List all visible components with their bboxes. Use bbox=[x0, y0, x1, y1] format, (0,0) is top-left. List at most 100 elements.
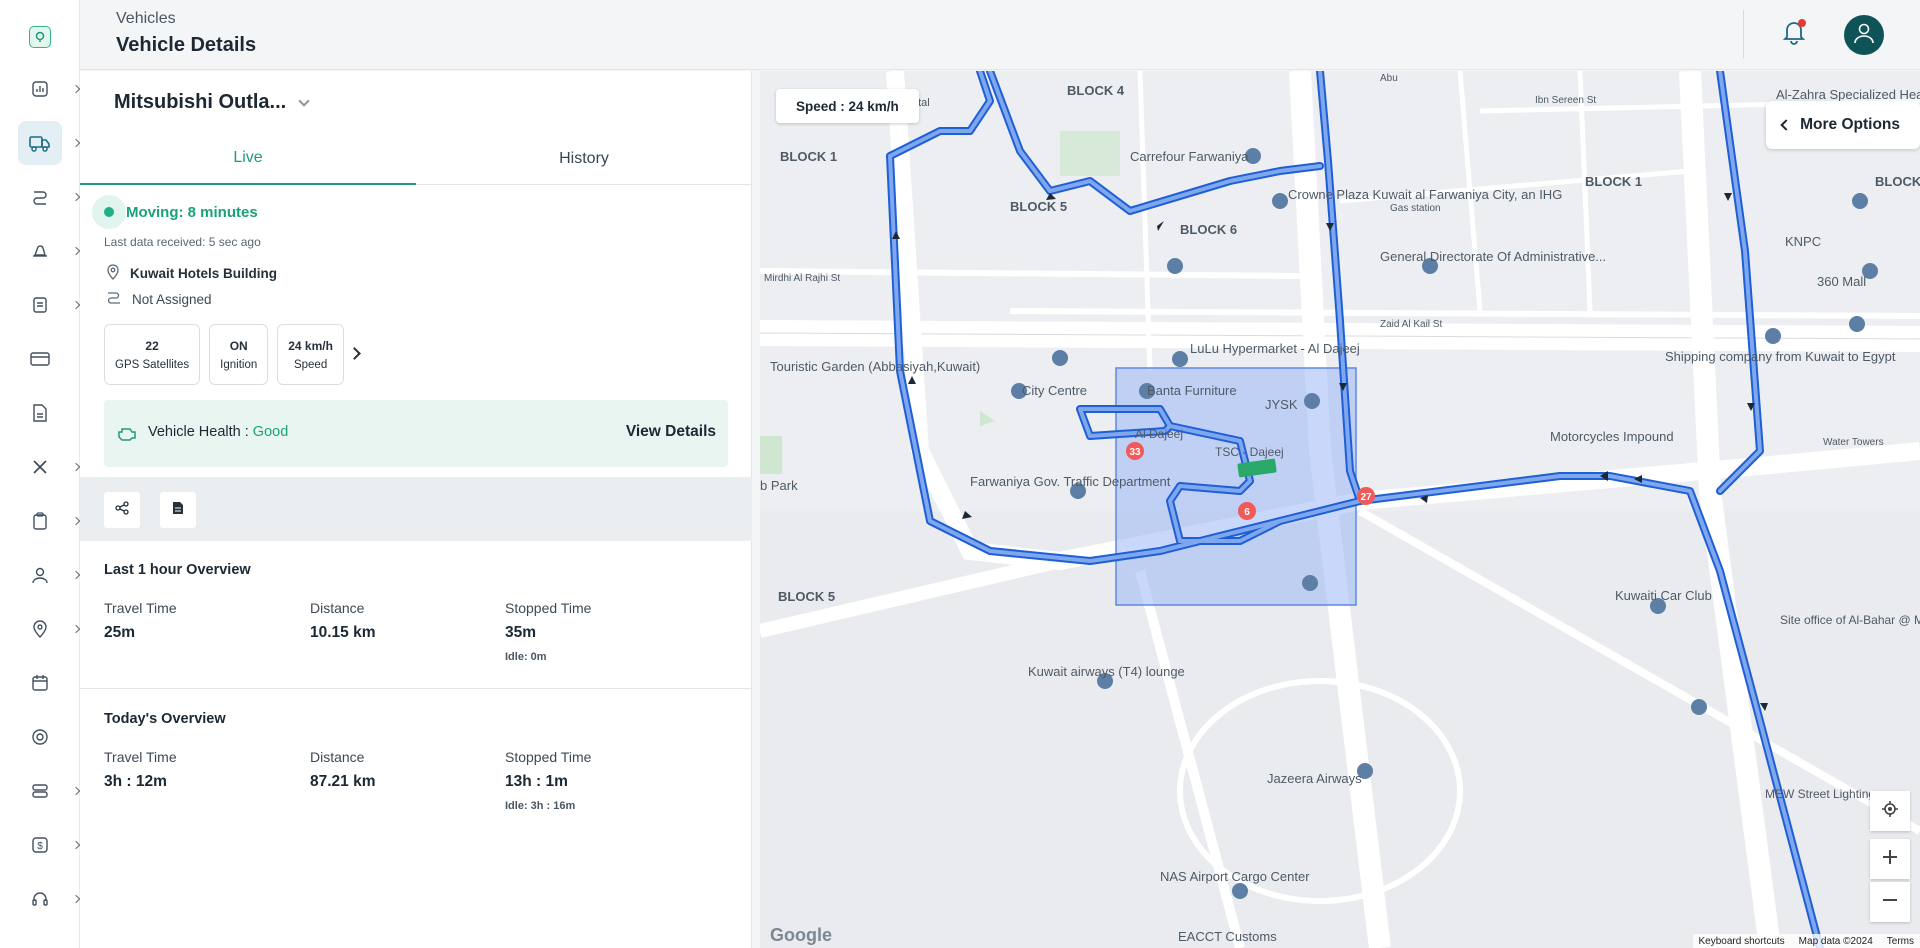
map-label-motorcycles: Motorcycles Impound bbox=[1550, 429, 1674, 444]
notifications-button[interactable] bbox=[1776, 16, 1812, 52]
sidebar-item-alarms[interactable] bbox=[0, 224, 81, 278]
current-location: Kuwait Hotels Building bbox=[130, 266, 277, 281]
map-footer: Keyboard shortcuts Map data ©2024 Terms bbox=[1692, 934, 1920, 948]
map-label-tsc: TSC - Dajeej bbox=[1215, 445, 1284, 459]
map-marker-33[interactable]: 33 bbox=[1129, 447, 1141, 458]
map-label-mew: MEW Street Lighting bbox=[1765, 787, 1875, 801]
chevron-right-icon bbox=[71, 894, 81, 904]
view-details-button[interactable]: View Details bbox=[626, 423, 716, 441]
terms-link[interactable]: Terms bbox=[1887, 936, 1914, 947]
svg-text:$: $ bbox=[37, 841, 43, 852]
map-label-site-office: Site office of Al-Bahar @ MEW bbox=[1780, 613, 1920, 627]
server-icon bbox=[25, 776, 55, 806]
chevron-right-icon bbox=[71, 840, 81, 850]
speed-indicator: Speed : 24 km/h bbox=[776, 89, 919, 123]
map-label-banta: Banta Furniture bbox=[1147, 383, 1237, 398]
map-label-360-mall: 360 Mall bbox=[1817, 274, 1866, 289]
map-view[interactable]: 33 6 27 BLOCK 4 BLOCK 5 BLOCK 6 BLOCK 1 … bbox=[760, 71, 1920, 948]
map-label-park: b Park bbox=[760, 478, 798, 493]
telemetry-chips: 22 GPS Satellites ON Ignition 24 km/h Speed bbox=[104, 324, 344, 385]
google-logo: Google bbox=[770, 925, 832, 945]
user-icon bbox=[25, 560, 55, 590]
chevron-right-icon bbox=[71, 138, 81, 148]
last-data-received: Last data received: 5 sec ago bbox=[104, 235, 261, 249]
avatar[interactable] bbox=[1844, 15, 1884, 55]
breadcrumb[interactable]: Vehicles bbox=[116, 10, 176, 28]
route-icon bbox=[25, 182, 55, 212]
zoom-out-button[interactable] bbox=[1870, 882, 1910, 922]
map-label-nas: NAS Airport Cargo Center bbox=[1160, 869, 1310, 884]
td-distance-value: 87.21 km bbox=[310, 773, 376, 790]
page-title: Vehicle Details bbox=[116, 34, 257, 56]
keyboard-shortcuts-link[interactable]: Keyboard shortcuts bbox=[1699, 936, 1785, 947]
map-label-block1: BLOCK 1 bbox=[1585, 174, 1642, 189]
lh-idle: Idle: 0m bbox=[505, 651, 547, 663]
chevron-right-icon[interactable] bbox=[348, 347, 361, 360]
sidebar-item-cards[interactable] bbox=[0, 332, 80, 386]
map-data-attribution: Map data ©2024 bbox=[1798, 935, 1873, 947]
gps-label: GPS Satellites bbox=[115, 358, 190, 371]
map-label-block5: BLOCK 5 bbox=[1010, 199, 1067, 214]
map-canvas[interactable]: 33 6 27 BLOCK 4 BLOCK 5 BLOCK 6 BLOCK 1 … bbox=[760, 71, 1920, 948]
map-label-block1: BLOCK 1 bbox=[780, 149, 837, 164]
sidebar-item-dashboard[interactable] bbox=[0, 62, 81, 116]
chip-ignition: ON Ignition bbox=[209, 324, 269, 385]
zoom-in-button[interactable] bbox=[1870, 839, 1910, 879]
sidebar-item-devices[interactable] bbox=[0, 764, 81, 818]
more-options-button[interactable]: More Options bbox=[1766, 101, 1920, 149]
document-icon bbox=[172, 501, 184, 520]
sidebar-item-places[interactable] bbox=[0, 602, 81, 656]
td-stopped-label: Stopped Time bbox=[505, 749, 592, 765]
headset-icon bbox=[25, 884, 55, 914]
status-dot bbox=[104, 207, 114, 217]
sidebar-item-routes[interactable] bbox=[0, 170, 81, 224]
vehicle-name[interactable]: Mitsubishi Outla... bbox=[114, 91, 286, 114]
tools-icon bbox=[25, 452, 55, 482]
tab-live[interactable]: Live bbox=[80, 133, 416, 185]
health-label-text: Vehicle Health : bbox=[148, 424, 253, 440]
sidebar-item-vehicles[interactable] bbox=[0, 116, 81, 170]
sidebar-item-tracking[interactable] bbox=[0, 710, 80, 764]
map-label-al-dajeej: Al Dajeej bbox=[1135, 427, 1183, 441]
document-icon bbox=[25, 398, 55, 428]
sidebar-item-maintenance[interactable] bbox=[0, 440, 81, 494]
map-label-street: Mirdhi Al Rajhi St bbox=[764, 273, 840, 284]
card-icon bbox=[25, 344, 55, 374]
map-marker-6[interactable]: 6 bbox=[1244, 507, 1250, 518]
sidebar-item-billing[interactable]: $ bbox=[0, 818, 81, 872]
document-button[interactable] bbox=[160, 492, 196, 528]
chevron-down-icon[interactable] bbox=[298, 95, 310, 107]
user-icon bbox=[1853, 22, 1875, 49]
chevron-right-icon bbox=[71, 786, 81, 796]
map-marker-27[interactable]: 27 bbox=[1360, 492, 1372, 503]
map-label-shipping: Shipping company from Kuwait to Egypt bbox=[1665, 349, 1896, 364]
my-location-button[interactable] bbox=[1870, 791, 1910, 831]
chevron-right-icon bbox=[71, 462, 81, 472]
ignition-value: ON bbox=[229, 338, 248, 353]
map-label-gas-station: Gas station bbox=[1390, 203, 1441, 214]
sidebar-item-support[interactable] bbox=[0, 872, 81, 926]
share-button[interactable] bbox=[104, 492, 140, 528]
chevron-left-icon bbox=[1780, 119, 1792, 131]
tab-history[interactable]: History bbox=[416, 133, 752, 185]
app-logo-icon[interactable] bbox=[29, 26, 51, 48]
td-travel-value: 3h : 12m bbox=[104, 773, 167, 790]
sidebar-item-reports[interactable] bbox=[0, 278, 81, 332]
sidebar-item-schedule[interactable] bbox=[0, 656, 80, 710]
assignment-status: Not Assigned bbox=[132, 292, 212, 307]
sidebar-item-documents[interactable] bbox=[0, 386, 80, 440]
lh-stopped-value: 35m bbox=[505, 624, 537, 641]
map-label-street: Zaid Al Kail St bbox=[1380, 319, 1442, 330]
chevron-right-icon bbox=[71, 84, 81, 94]
chart-icon bbox=[25, 74, 55, 104]
minus-icon bbox=[1882, 892, 1898, 913]
lh-distance-value: 10.15 km bbox=[310, 624, 376, 641]
chevron-right-icon bbox=[71, 192, 81, 202]
map-label-knpc: KNPC bbox=[1785, 234, 1821, 249]
lh-stopped-label: Stopped Time bbox=[505, 600, 592, 616]
sidebar: $ bbox=[0, 0, 81, 948]
map-label-kuwait-airways: Kuwait airways (T4) lounge bbox=[1028, 664, 1185, 679]
truck-icon bbox=[18, 121, 62, 165]
sidebar-item-users[interactable] bbox=[0, 548, 81, 602]
sidebar-item-tasks[interactable] bbox=[0, 494, 81, 548]
